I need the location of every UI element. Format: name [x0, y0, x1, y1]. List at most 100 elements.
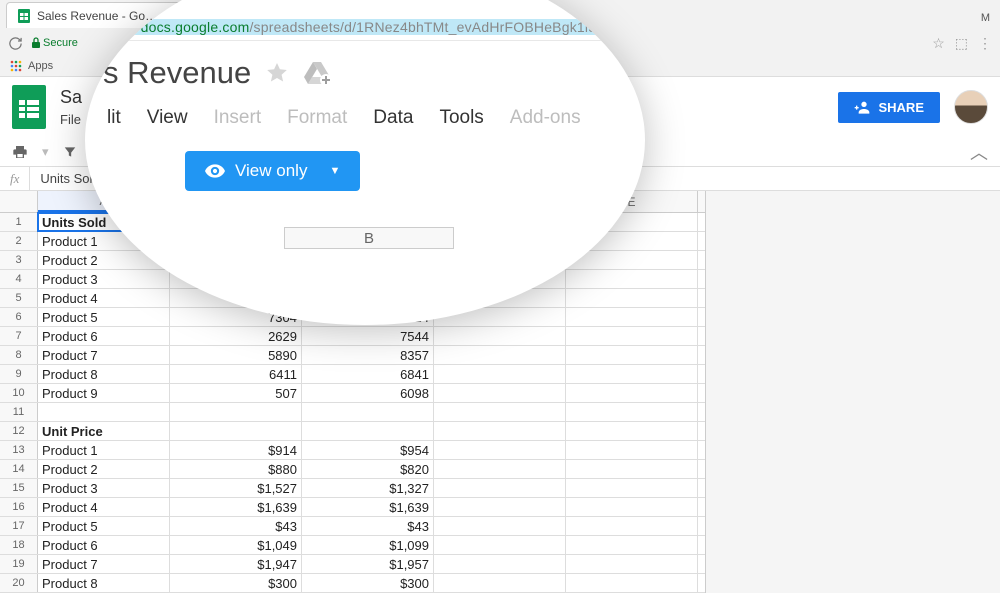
cell[interactable]: $300 — [170, 574, 302, 592]
cell[interactable]: Product 5 — [38, 308, 170, 326]
control-icon[interactable]: ⬚ — [955, 35, 968, 52]
user-avatar[interactable] — [954, 90, 988, 124]
magnified-address-bar[interactable]: https://docs.google.com/spreadsheets/d/1… — [93, 13, 645, 41]
apps-label[interactable]: Apps — [28, 60, 53, 72]
cell[interactable]: $1,639 — [302, 498, 434, 516]
cell[interactable] — [434, 536, 566, 554]
menu-edit[interactable]: lit — [107, 107, 121, 129]
cell[interactable] — [566, 555, 698, 573]
row-header[interactable]: 5 — [0, 289, 38, 307]
cell[interactable] — [434, 365, 566, 383]
cell[interactable] — [170, 403, 302, 421]
star-icon[interactable]: ☆ — [932, 35, 945, 52]
document-title[interactable]: Sa — [60, 87, 82, 108]
cell[interactable]: $300 — [302, 574, 434, 592]
cell[interactable] — [566, 479, 698, 497]
print-icon[interactable] — [12, 144, 28, 160]
cell[interactable]: 7544 — [302, 327, 434, 345]
cell[interactable] — [434, 327, 566, 345]
reload-icon[interactable] — [8, 36, 23, 51]
cell[interactable]: Product 6 — [38, 536, 170, 554]
cell[interactable]: Product 2 — [38, 460, 170, 478]
cell[interactable] — [434, 574, 566, 592]
magnified-col-header-b[interactable]: B — [284, 227, 454, 249]
cell[interactable] — [566, 384, 698, 402]
cell[interactable] — [566, 365, 698, 383]
row-header[interactable]: 9 — [0, 365, 38, 383]
cell[interactable]: Product 9 — [38, 384, 170, 402]
cell[interactable]: Product 8 — [38, 365, 170, 383]
cell[interactable] — [566, 517, 698, 535]
cell[interactable]: 507 — [170, 384, 302, 402]
cell[interactable]: Product 5 — [38, 517, 170, 535]
view-only-button[interactable]: View only ▼ — [185, 151, 360, 191]
chrome-profile-indicator[interactable]: M — [971, 8, 1000, 28]
cell[interactable] — [566, 327, 698, 345]
cell[interactable]: Product 3 — [38, 270, 170, 288]
row-header[interactable]: 1 — [0, 213, 38, 231]
cell[interactable]: $820 — [302, 460, 434, 478]
row-header[interactable]: 13 — [0, 441, 38, 459]
cell[interactable] — [302, 403, 434, 421]
cell[interactable]: 8357 — [302, 346, 434, 364]
apps-icon[interactable] — [10, 60, 22, 72]
row-header[interactable]: 14 — [0, 460, 38, 478]
row-header[interactable]: 18 — [0, 536, 38, 554]
cell[interactable] — [434, 384, 566, 402]
cell[interactable]: Product 8 — [38, 574, 170, 592]
sheets-logo-icon[interactable] — [12, 85, 46, 129]
menu-format[interactable]: Format — [287, 107, 347, 129]
cell[interactable] — [566, 498, 698, 516]
cell[interactable] — [434, 422, 566, 440]
cell[interactable] — [566, 270, 698, 288]
cell[interactable] — [566, 346, 698, 364]
magnified-doc-title[interactable]: s Revenue — [103, 55, 251, 91]
cell[interactable]: Product 3 — [38, 479, 170, 497]
cell[interactable]: Product 7 — [38, 555, 170, 573]
cell[interactable] — [566, 460, 698, 478]
cell[interactable] — [434, 479, 566, 497]
row-header[interactable]: 16 — [0, 498, 38, 516]
cell[interactable]: $1,957 — [302, 555, 434, 573]
row-header[interactable]: 10 — [0, 384, 38, 402]
row-header[interactable]: 6 — [0, 308, 38, 326]
cell[interactable] — [434, 517, 566, 535]
menu-data[interactable]: Data — [373, 107, 413, 129]
cell[interactable]: $43 — [302, 517, 434, 535]
cell[interactable]: 6411 — [170, 365, 302, 383]
cell[interactable] — [566, 574, 698, 592]
cell[interactable]: Product 4 — [38, 498, 170, 516]
cell[interactable] — [566, 536, 698, 554]
chevron-up-icon[interactable]: ︿ — [970, 139, 988, 165]
share-button[interactable]: SHARE — [838, 92, 940, 123]
cell[interactable]: $1,099 — [302, 536, 434, 554]
cell[interactable] — [302, 422, 434, 440]
cell[interactable]: Unit Price — [38, 422, 170, 440]
cell[interactable]: 2629 — [170, 327, 302, 345]
menu-view[interactable]: View — [147, 107, 188, 129]
cell[interactable]: $1,639 — [170, 498, 302, 516]
star-icon[interactable] — [265, 61, 289, 85]
row-header[interactable]: 8 — [0, 346, 38, 364]
add-to-drive-icon[interactable] — [303, 60, 331, 86]
cell[interactable]: 6841 — [302, 365, 434, 383]
cell[interactable]: 6098 — [302, 384, 434, 402]
row-header[interactable]: 2 — [0, 232, 38, 250]
cell[interactable] — [566, 422, 698, 440]
cell[interactable]: $880 — [170, 460, 302, 478]
cell[interactable] — [566, 289, 698, 307]
cell[interactable] — [566, 403, 698, 421]
cell[interactable]: 5890 — [170, 346, 302, 364]
filter-icon[interactable] — [63, 145, 77, 159]
cell[interactable] — [38, 403, 170, 421]
cell[interactable] — [566, 308, 698, 326]
cell[interactable]: $914 — [170, 441, 302, 459]
cell[interactable]: $43 — [170, 517, 302, 535]
cell[interactable]: $954 — [302, 441, 434, 459]
select-all-corner[interactable] — [0, 191, 38, 212]
menu-tools[interactable]: Tools — [439, 107, 483, 129]
secure-badge[interactable]: Secure — [31, 37, 78, 49]
cell[interactable] — [566, 441, 698, 459]
cell[interactable]: $1,527 — [170, 479, 302, 497]
row-header[interactable]: 20 — [0, 574, 38, 592]
